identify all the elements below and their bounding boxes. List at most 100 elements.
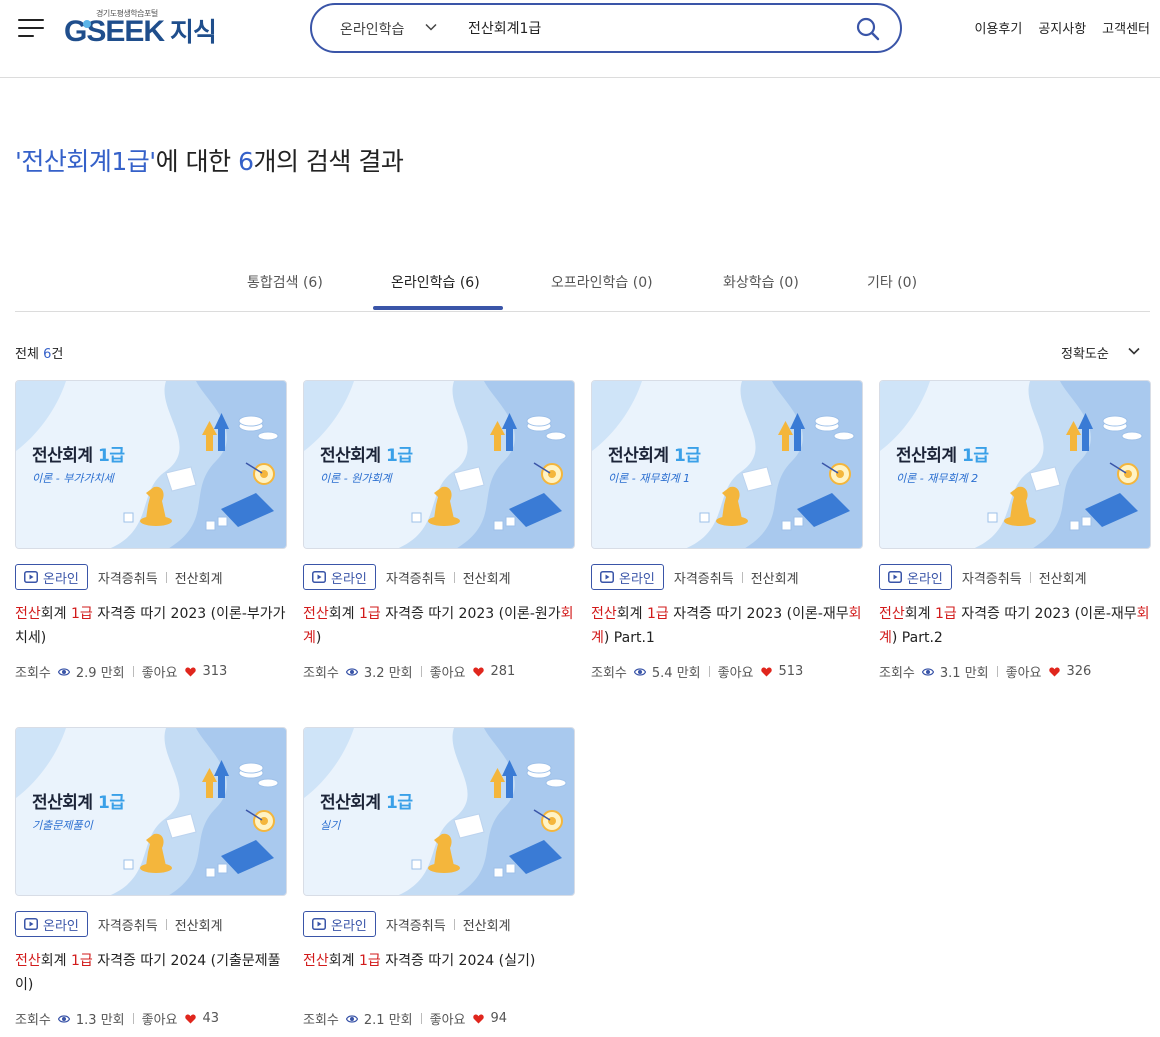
thumbnail-title: 전산회계 1급 (320, 793, 413, 813)
views-label: 조회수 (15, 666, 51, 681)
active-tab-indicator (373, 306, 503, 310)
course-title[interactable]: 전산회계 1급 자격증 따기 2024 (기출문제풀이) (15, 949, 287, 997)
thumbnail-title: 전산회계 1급 (32, 793, 125, 813)
gseek-logo[interactable]: 경기도평생학습포털 GSEEK 지식 (64, 8, 234, 48)
tab-video[interactable]: 화상학습 (0) (723, 272, 799, 292)
course-title[interactable]: 전산회계 1급 자격증 따기 2023 (이론-재무회계) Part.2 (879, 602, 1151, 650)
heart-icon[interactable] (760, 667, 772, 677)
course-tags: 온라인 자격증취득 전산회계 (15, 911, 223, 937)
nav-reviews-link[interactable]: 이용후기 (974, 18, 1022, 37)
likes-label: 좋아요 (141, 1013, 178, 1028)
tab-online[interactable]: 온라인학습 (6) (391, 272, 480, 292)
like-count: 281 (490, 664, 516, 679)
course-tags: 온라인 자격증취득 전산회계 (591, 564, 799, 590)
category-tag: 자격증취득 (385, 571, 446, 587)
like-count: 326 (1066, 664, 1092, 679)
course-stats: 조회수 2.1 만회 좋아요 94 (303, 1009, 507, 1028)
thumbnail-subtitle: 이론 - 재무회계 1 (608, 472, 691, 485)
view-count: 2.1 만회 (363, 1013, 413, 1028)
result-tabs: 통합검색 (6) 온라인학습 (6) 오프라인학습 (0) 화상학습 (0) 기… (15, 258, 1150, 312)
course-title[interactable]: 전산회계 1급 자격증 따기 2023 (이론-원가회계) (303, 602, 575, 650)
like-count: 43 (202, 1011, 220, 1026)
likes-label: 좋아요 (1005, 666, 1042, 681)
heart-icon[interactable] (472, 667, 484, 677)
top-nav: 이용후기 공지사항 고객센터 (974, 18, 1150, 37)
course-stats: 조회수 1.3 만회 좋아요 43 (15, 1009, 219, 1028)
course-thumbnail[interactable]: 전산회계 1급 이론 - 부가가치세 (15, 380, 287, 549)
thumbnail-title: 전산회계 1급 (32, 446, 125, 466)
eye-icon (57, 1014, 70, 1023)
heart-icon[interactable] (184, 1014, 196, 1024)
chevron-down-icon[interactable] (1127, 344, 1141, 358)
course-tags: 온라인 자격증취득 전산회계 (879, 564, 1087, 590)
thumbnail-title: 전산회계 1급 (320, 446, 413, 466)
views-label: 조회수 (303, 1013, 339, 1028)
search-bar: 온라인학습 (310, 3, 902, 53)
play-icon (24, 918, 38, 930)
category-tag: 자격증취득 (673, 571, 734, 587)
divider (132, 666, 134, 677)
thumbnail-title: 전산회계 1급 (896, 446, 989, 466)
course-thumbnail[interactable]: 전산회계 1급 이론 - 원가회계 (303, 380, 575, 549)
eye-icon (345, 1014, 358, 1023)
eye-icon (345, 667, 358, 676)
category-tag: 자격증취득 (961, 571, 1022, 587)
view-count: 1.3 만회 (75, 1013, 125, 1028)
like-count: 94 (490, 1011, 508, 1026)
subcategory-tag: 전산회계 (1038, 571, 1087, 587)
divider (996, 666, 998, 677)
like-count: 513 (778, 664, 804, 679)
search-input[interactable] (468, 15, 828, 41)
course-title[interactable]: 전산회계 1급 자격증 따기 2023 (이론-재무회계) Part.1 (591, 602, 863, 650)
sort-select[interactable]: 정확도순 (1061, 343, 1109, 362)
category-tag: 자격증취득 (97, 918, 158, 934)
online-badge[interactable]: 온라인 (879, 564, 952, 590)
heart-icon[interactable] (1048, 667, 1060, 677)
nav-notice-link[interactable]: 공지사항 (1038, 18, 1086, 37)
nav-support-link[interactable]: 고객센터 (1102, 18, 1150, 37)
divider (453, 918, 455, 930)
views-label: 조회수 (591, 666, 627, 681)
course-title[interactable]: 전산회계 1급 자격증 따기 2024 (실기) (303, 949, 575, 973)
heart-icon[interactable] (184, 667, 196, 677)
view-count: 2.9 만회 (75, 666, 125, 681)
divider (708, 666, 710, 677)
thumbnail-subtitle: 실기 (320, 819, 341, 832)
divider (132, 1013, 134, 1024)
play-icon (312, 571, 326, 583)
course-thumbnail[interactable]: 전산회계 1급 기출문제풀이 (15, 727, 287, 896)
online-badge[interactable]: 온라인 (303, 911, 376, 937)
tab-etc[interactable]: 기타 (0) (867, 272, 917, 292)
chevron-down-icon[interactable] (424, 20, 438, 34)
tab-offline[interactable]: 오프라인학습 (0) (551, 272, 653, 292)
divider (741, 571, 743, 583)
subcategory-tag: 전산회계 (462, 918, 511, 934)
heart-icon[interactable] (472, 1014, 484, 1024)
views-label: 조회수 (303, 666, 339, 681)
tab-all[interactable]: 통합검색 (6) (247, 272, 323, 292)
logo-dot (83, 20, 91, 28)
view-count: 3.1 만회 (939, 666, 989, 681)
online-badge[interactable]: 온라인 (15, 564, 88, 590)
divider (420, 666, 422, 677)
course-thumbnail[interactable]: 전산회계 1급 이론 - 재무회계 2 (879, 380, 1151, 549)
online-badge[interactable]: 온라인 (303, 564, 376, 590)
subcategory-tag: 전산회계 (750, 571, 799, 587)
like-count: 313 (202, 664, 228, 679)
online-badge[interactable]: 온라인 (15, 911, 88, 937)
course-thumbnail[interactable]: 전산회계 1급 실기 (303, 727, 575, 896)
course-stats: 조회수 2.9 만회 좋아요 313 (15, 662, 227, 681)
online-badge[interactable]: 온라인 (591, 564, 664, 590)
course-thumbnail[interactable]: 전산회계 1급 이론 - 재무회계 1 (591, 380, 863, 549)
search-icon[interactable] (854, 15, 882, 43)
subcategory-tag: 전산회계 (174, 918, 223, 934)
likes-label: 좋아요 (429, 666, 466, 681)
play-icon (600, 571, 614, 583)
category-tag: 자격증취득 (97, 571, 158, 587)
view-count: 3.2 만회 (363, 666, 413, 681)
search-category-select[interactable]: 온라인학습 (340, 19, 404, 39)
likes-label: 좋아요 (141, 666, 178, 681)
course-title[interactable]: 전산회계 1급 자격증 따기 2023 (이론-부가가치세) (15, 602, 287, 650)
menu-icon[interactable] (18, 17, 44, 39)
likes-label: 좋아요 (429, 1013, 466, 1028)
